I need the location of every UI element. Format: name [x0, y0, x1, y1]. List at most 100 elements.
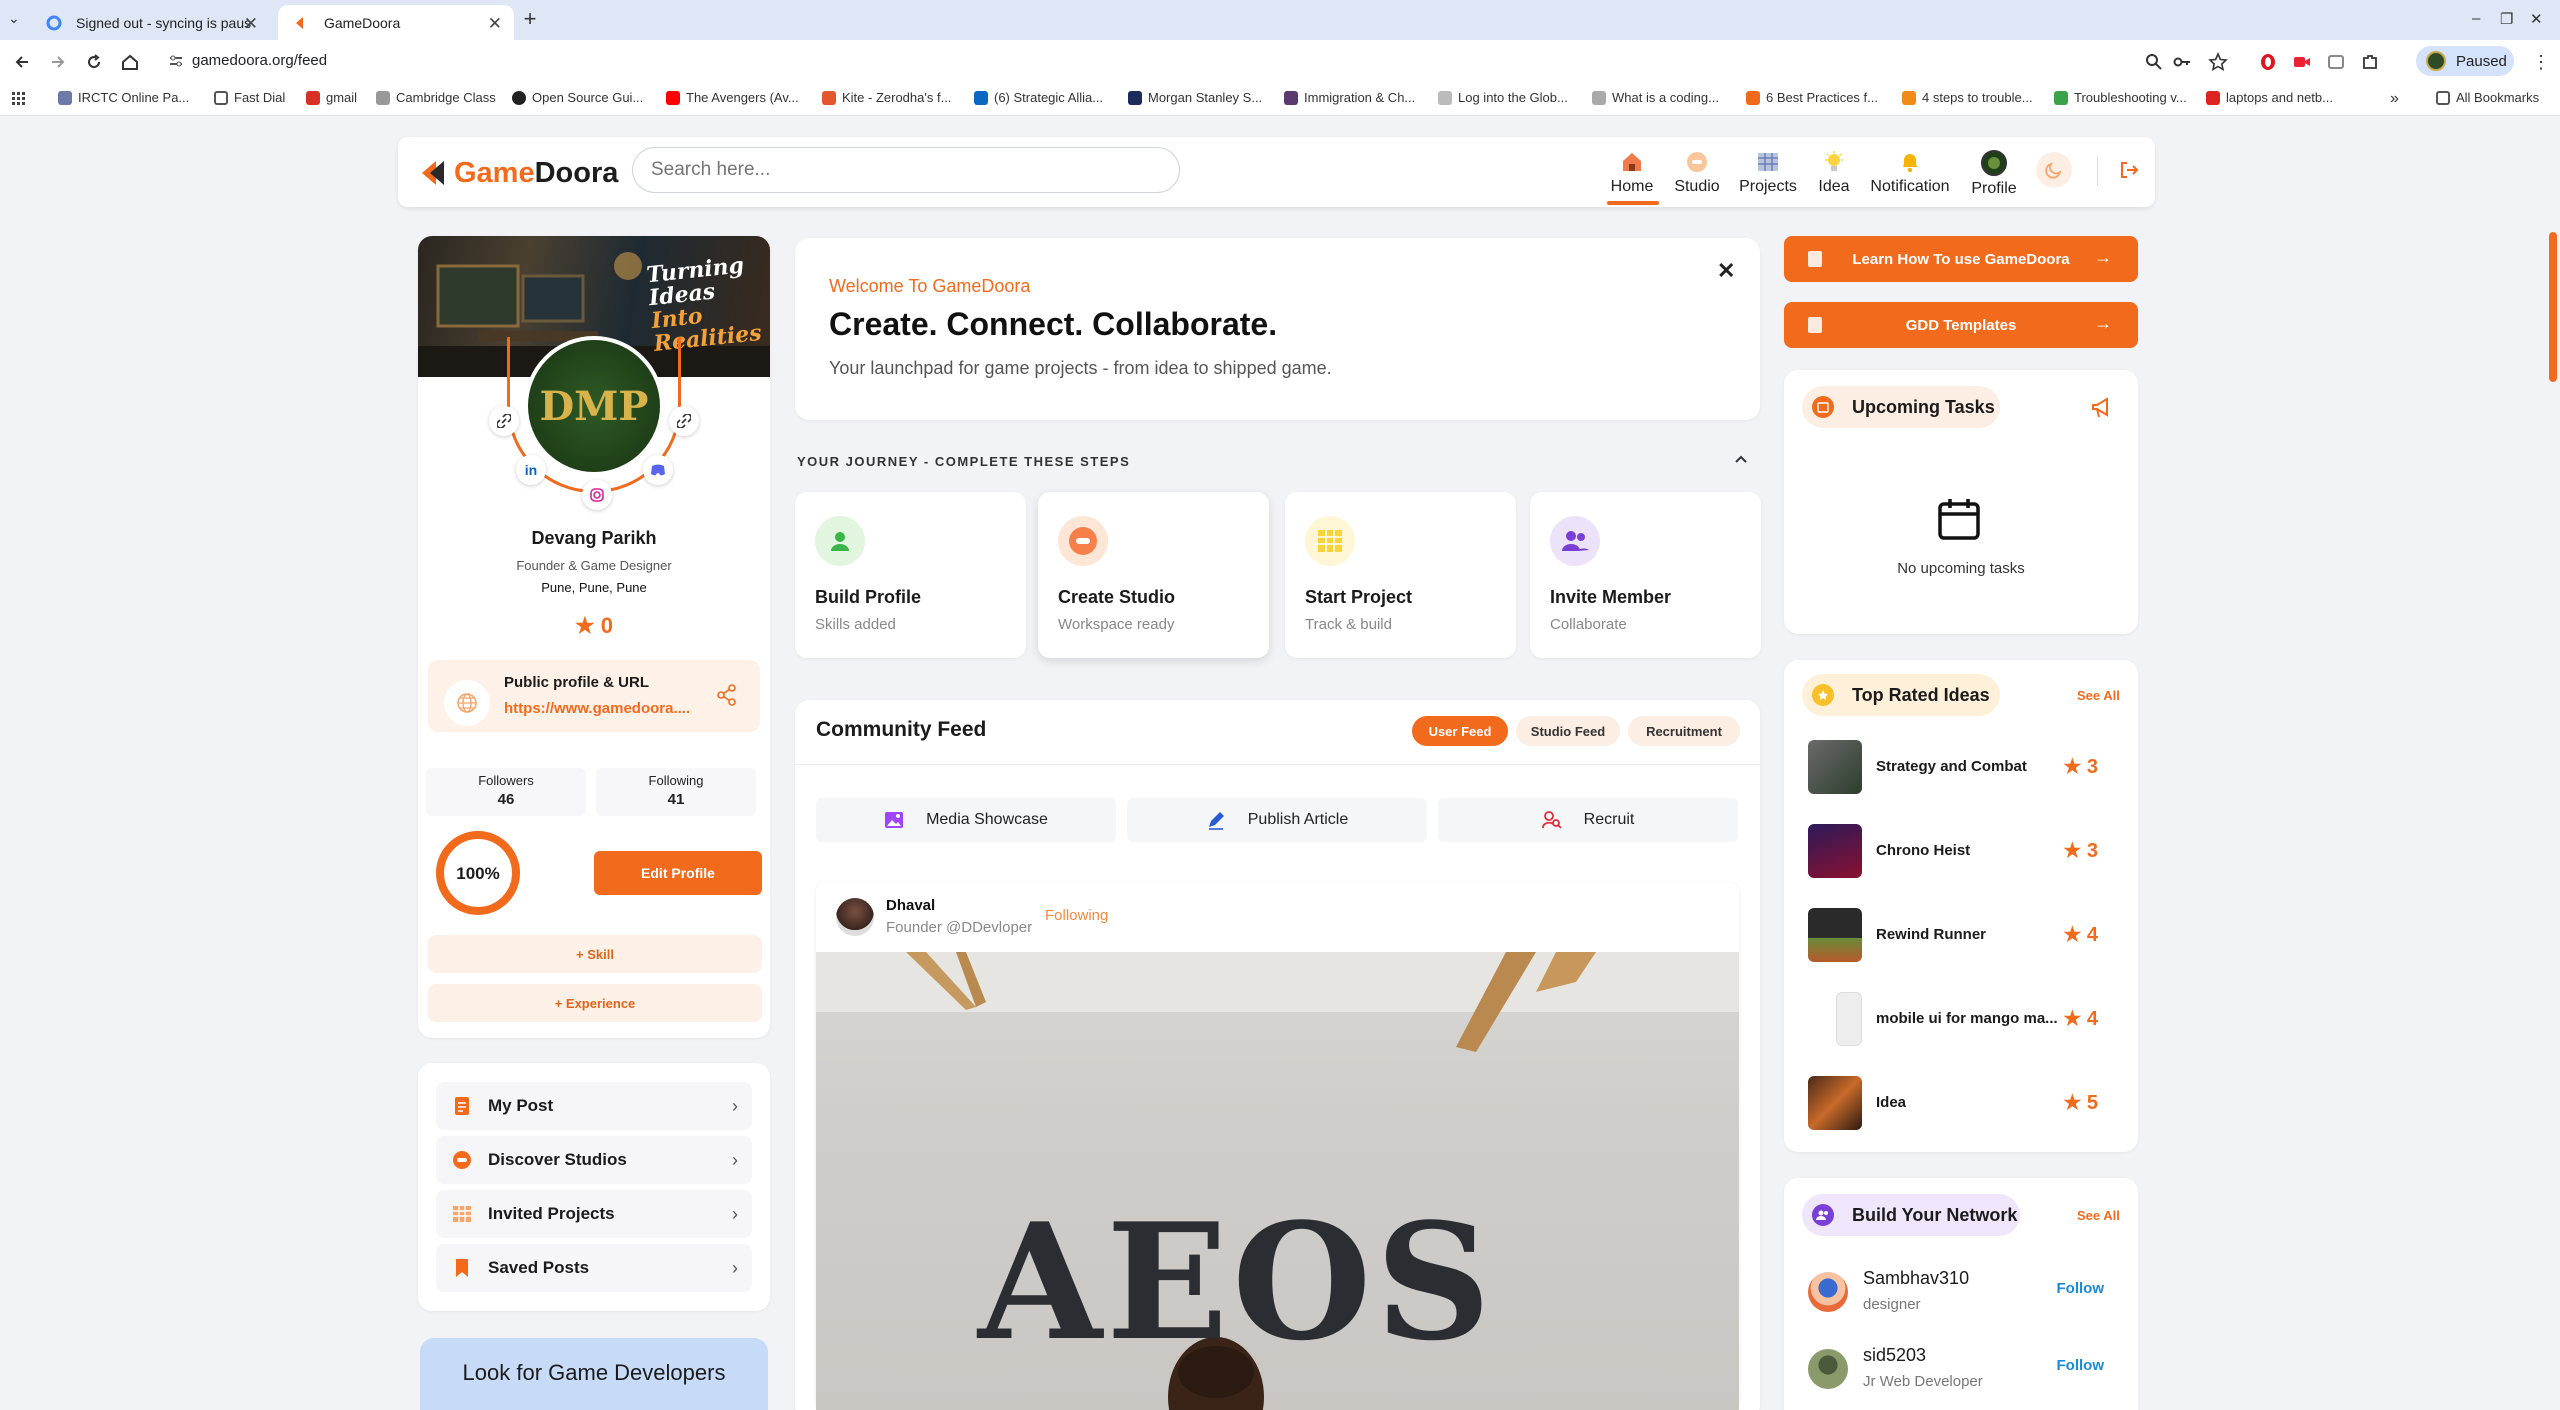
post-author-avatar[interactable] [836, 898, 874, 936]
instagram-icon[interactable] [582, 480, 612, 510]
bookmark-item[interactable]: 6 Best Practices f... [1746, 90, 1878, 105]
bookmark-item[interactable]: (6) Strategic Allia... [974, 90, 1103, 105]
close-window-button[interactable]: ✕ [2530, 10, 2543, 28]
post-image[interactable]: AEOS [816, 952, 1739, 1410]
extension-icon[interactable] [2326, 52, 2346, 72]
tab-user-feed[interactable]: User Feed [1412, 716, 1508, 746]
bookmark-item[interactable]: The Avengers (Av... [666, 90, 799, 105]
add-experience-button[interactable]: + Experience [428, 984, 762, 1022]
bookmark-folder[interactable]: Fast Dial [214, 90, 285, 105]
look-for-developers-card[interactable]: Look for Game Developers [420, 1338, 768, 1410]
share-icon[interactable] [716, 684, 738, 706]
forward-arrow-icon[interactable] [48, 52, 68, 72]
step-invite-member[interactable]: Invite Member Collaborate [1530, 492, 1761, 658]
media-showcase-button[interactable]: Media Showcase [816, 798, 1116, 842]
step-start-project[interactable]: Start Project Track & build [1285, 492, 1516, 658]
bookmark-item[interactable]: Kite - Zerodha's f... [822, 90, 951, 105]
tab-studio-feed[interactable]: Studio Feed [1516, 716, 1620, 746]
nav-profile[interactable]: Profile [1954, 150, 2034, 198]
see-all-network-link[interactable]: See All [2077, 1208, 2120, 1223]
menu-saved-posts[interactable]: Saved Posts › [436, 1244, 752, 1292]
discord-icon[interactable] [643, 455, 673, 485]
bookmark-item[interactable]: Cambridge Class [376, 90, 496, 105]
home-icon[interactable] [120, 52, 140, 72]
puzzle-extensions-icon[interactable] [2360, 52, 2380, 72]
idea-item[interactable]: Chrono Heist ★ 3 [1808, 824, 2118, 880]
linkedin-icon[interactable]: in [516, 455, 546, 485]
bookmark-item[interactable]: IRCTC Online Pa... [58, 90, 189, 105]
bookmark-item[interactable]: Log into the Glob... [1438, 90, 1568, 105]
more-bookmarks-chevron-icon[interactable]: » [2390, 90, 2399, 108]
learn-gamedoora-button[interactable]: Learn How To use GameDoora → [1784, 236, 2138, 282]
chevron-up-icon[interactable] [1732, 450, 1750, 468]
close-tab-icon[interactable]: ✕ [488, 14, 502, 34]
edit-profile-button[interactable]: Edit Profile [594, 851, 762, 895]
nav-notification[interactable]: Notification [1870, 150, 1950, 196]
idea-item[interactable]: Strategy and Combat ★ 3 [1808, 740, 2118, 796]
menu-invited-projects[interactable]: Invited Projects › [436, 1190, 752, 1238]
recruit-button[interactable]: Recruit [1438, 798, 1738, 842]
logout-icon[interactable] [2119, 160, 2139, 180]
bookmark-item[interactable]: Immigration & Ch... [1284, 90, 1415, 105]
see-all-ideas-link[interactable]: See All [2077, 688, 2120, 703]
close-icon[interactable]: ✕ [1717, 258, 1735, 284]
bookmark-item[interactable]: 4 steps to trouble... [1902, 90, 2033, 105]
nav-studio[interactable]: Studio [1657, 150, 1737, 196]
idea-item[interactable]: Rewind Runner ★ 4 [1808, 908, 2118, 964]
document-icon [455, 1097, 469, 1115]
idea-item[interactable]: mobile ui for mango ma... ★ 4 [1808, 992, 2118, 1048]
bookmark-item[interactable]: gmail [306, 90, 357, 105]
new-tab-button[interactable]: + [518, 8, 542, 32]
theme-toggle-button[interactable] [2036, 152, 2072, 188]
bookmark-item[interactable]: Troubleshooting v... [2054, 90, 2187, 105]
zoom-icon[interactable] [2144, 52, 2164, 72]
public-profile-link[interactable]: https://www.gamedoora.... [504, 700, 690, 717]
tab-recruitment[interactable]: Recruitment [1628, 716, 1740, 746]
all-bookmarks-folder[interactable]: All Bookmarks [2436, 90, 2539, 105]
idea-item[interactable]: Idea ★ 5 [1808, 1076, 2118, 1132]
browser-tab-1[interactable]: Signed out - syncing is paus ✕ [30, 5, 270, 40]
apps-grid-icon[interactable] [12, 92, 26, 106]
follow-button[interactable]: Follow [2057, 1357, 2105, 1374]
page-scrollbar[interactable] [2549, 232, 2557, 382]
followers-stat[interactable]: Followers 46 [426, 768, 586, 816]
nav-idea[interactable]: Idea [1794, 150, 1874, 196]
restore-window-button[interactable]: ❐ [2500, 10, 2513, 28]
opera-extension-icon[interactable] [2258, 52, 2278, 72]
menu-discover-studios[interactable]: Discover Studios › [436, 1136, 752, 1184]
publish-article-button[interactable]: Publish Article [1127, 798, 1427, 842]
chrome-menu-icon[interactable]: ⋮ [2532, 52, 2550, 73]
person-avatar[interactable] [1808, 1272, 1848, 1312]
step-build-profile[interactable]: Build Profile Skills added [795, 492, 1026, 658]
browser-tab-2[interactable]: GameDoora ✕ [278, 5, 514, 40]
bookmark-item[interactable]: Open Source Gui... [512, 90, 643, 105]
reload-icon[interactable] [84, 52, 104, 72]
follow-button[interactable]: Follow [2057, 1280, 2105, 1297]
bookmark-star-icon[interactable] [2208, 52, 2228, 72]
url-text[interactable]: gamedoora.org/feed [192, 52, 327, 69]
bookmark-item[interactable]: Morgan Stanley S... [1128, 90, 1262, 105]
tab-search-chevron-icon[interactable]: ⌄ [8, 10, 20, 27]
menu-my-post[interactable]: My Post › [436, 1082, 752, 1130]
profile-paused-button[interactable]: Paused [2416, 46, 2514, 76]
following-stat[interactable]: Following 41 [596, 768, 756, 816]
step-create-studio[interactable]: Create Studio Workspace ready [1038, 492, 1269, 658]
close-tab-icon[interactable]: ✕ [244, 14, 258, 34]
add-skill-button[interactable]: + Skill [428, 935, 762, 973]
gamedoora-logo[interactable]: Game Doora [420, 155, 618, 191]
back-arrow-icon[interactable] [12, 52, 32, 72]
post-author-name[interactable]: Dhaval [886, 897, 935, 914]
link-icon[interactable] [669, 406, 699, 436]
megaphone-icon[interactable] [2090, 396, 2114, 420]
site-info-icon[interactable] [167, 52, 185, 70]
bookmark-item[interactable]: What is a coding... [1592, 90, 1719, 105]
minimize-window-button[interactable]: – [2472, 10, 2480, 27]
search-input[interactable] [632, 147, 1180, 193]
gdd-templates-button[interactable]: GDD Templates → [1784, 302, 2138, 348]
link-icon[interactable] [489, 406, 519, 436]
video-extension-icon[interactable] [2292, 52, 2312, 72]
person-avatar[interactable] [1808, 1349, 1848, 1389]
bookmark-item[interactable]: laptops and netb... [2206, 90, 2333, 105]
password-key-icon[interactable] [2172, 52, 2192, 72]
following-button[interactable]: Following [1045, 907, 1108, 924]
